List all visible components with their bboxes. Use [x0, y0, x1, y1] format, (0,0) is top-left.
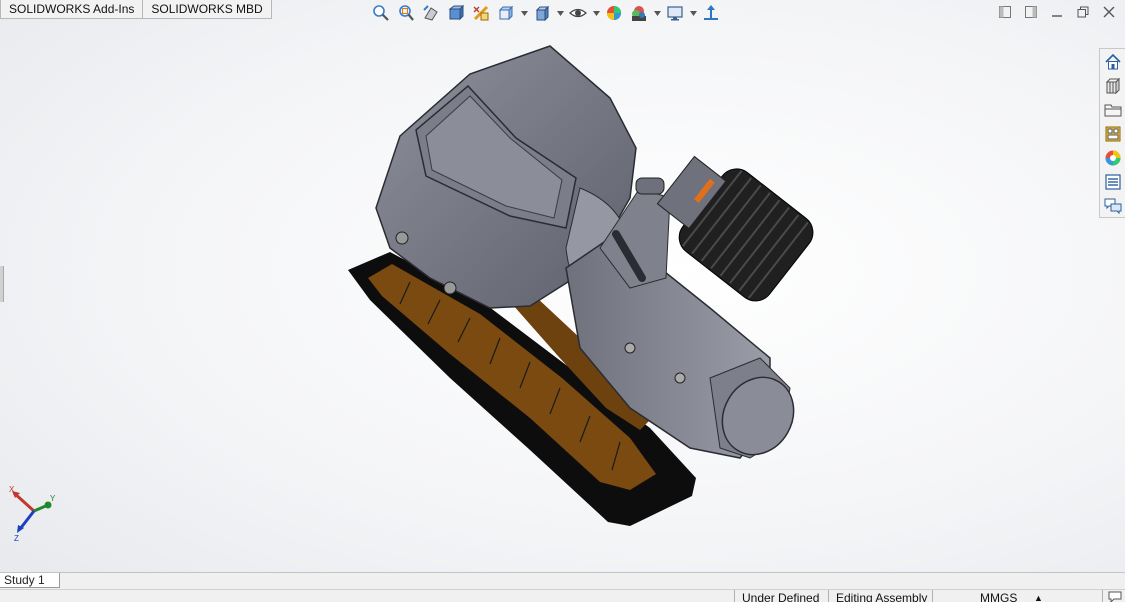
customize-status-icon[interactable]: [1108, 591, 1122, 602]
tab-solidworks-add-ins[interactable]: SOLIDWORKS Add-Ins: [0, 0, 144, 19]
status-separator: [932, 590, 933, 602]
triad-z-label: Z: [14, 534, 19, 543]
window-controls: [997, 4, 1117, 20]
status-bar: Under Defined Editing Assembly MMGS ▲: [0, 589, 1125, 602]
display-style-icon[interactable]: [531, 2, 553, 24]
status-definition: Under Defined: [742, 591, 820, 602]
hide-show-dropdown-icon[interactable]: [592, 2, 600, 24]
view-settings-icon[interactable]: [664, 2, 686, 24]
status-mode: Editing Assembly: [836, 591, 928, 602]
feature-manager-collapse-handle[interactable]: [0, 266, 4, 302]
home-icon[interactable]: [1101, 50, 1124, 73]
file-explorer-icon[interactable]: [1101, 98, 1124, 121]
status-separator: [734, 590, 735, 602]
heads-up-view-toolbar: [370, 2, 722, 24]
study-tab-bar: Study 1: [0, 572, 1125, 589]
restore-icon[interactable]: [1075, 4, 1091, 20]
assembly-model-graphic: [348, 45, 814, 526]
dynamic-annotation-icon[interactable]: [470, 2, 492, 24]
hide-show-items-icon[interactable]: [567, 2, 589, 24]
view-orientation-icon[interactable]: [495, 2, 517, 24]
design-library-icon[interactable]: [1101, 74, 1124, 97]
view-settings-dropdown-icon[interactable]: [689, 2, 697, 24]
appearances-icon[interactable]: [1101, 146, 1124, 169]
tile-right-icon[interactable]: [1023, 4, 1039, 20]
zoom-to-fit-icon[interactable]: [370, 2, 392, 24]
zoom-to-area-icon[interactable]: [395, 2, 417, 24]
triad-y-label: Y: [50, 494, 56, 503]
unit-system-selector[interactable]: MMGS: [980, 591, 1017, 602]
units-dropdown-icon[interactable]: ▲: [1034, 591, 1043, 602]
status-separator: [828, 590, 829, 602]
custom-properties-icon[interactable]: [1101, 170, 1124, 193]
graphics-area-model[interactable]: [330, 38, 850, 538]
task-pane-strip: [1099, 48, 1125, 218]
forum-icon[interactable]: [1101, 194, 1124, 217]
apply-scene-dropdown-icon[interactable]: [653, 2, 661, 24]
tab-solidworks-mbd[interactable]: SOLIDWORKS MBD: [143, 0, 272, 19]
previous-view-icon[interactable]: [420, 2, 442, 24]
display-style-dropdown-icon[interactable]: [556, 2, 564, 24]
addin-tabs: SOLIDWORKS Add-Ins SOLIDWORKS MBD: [0, 0, 272, 19]
rotate-view-icon[interactable]: [700, 2, 722, 24]
apply-scene-icon[interactable]: [628, 2, 650, 24]
minimize-icon[interactable]: [1049, 4, 1065, 20]
study-tab[interactable]: Study 1: [0, 573, 60, 588]
view-palette-icon[interactable]: [1101, 122, 1124, 145]
close-icon[interactable]: [1101, 4, 1117, 20]
view-orientation-dropdown-icon[interactable]: [520, 2, 528, 24]
section-view-icon[interactable]: [445, 2, 467, 24]
reference-triad: X Y Z: [4, 483, 60, 545]
status-separator: [1102, 590, 1103, 602]
triad-x-label: X: [9, 485, 15, 494]
tile-left-icon[interactable]: [997, 4, 1013, 20]
edit-appearance-icon[interactable]: [603, 2, 625, 24]
